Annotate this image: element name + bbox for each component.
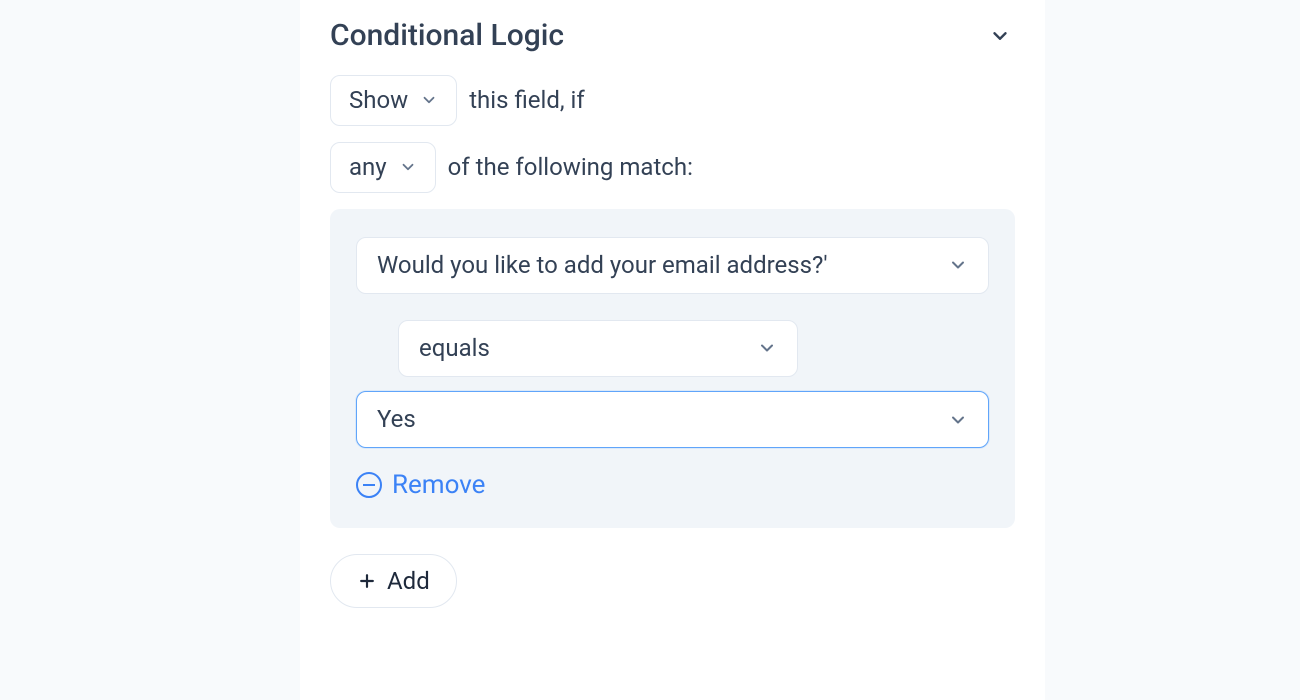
remove-rule-label: Remove	[392, 470, 485, 500]
chevron-down-icon	[948, 255, 968, 275]
action-sentence-text: this field, if	[469, 86, 585, 114]
minus-circle-icon	[356, 472, 382, 498]
match-sentence-row: any of the following match:	[330, 142, 1015, 193]
add-rule-button[interactable]: Add	[330, 554, 457, 608]
chevron-down-icon	[989, 25, 1011, 47]
conditional-logic-panel: Conditional Logic Show this field, if an…	[300, 0, 1045, 700]
rule-field-select[interactable]: Would you like to add your email address…	[356, 237, 989, 294]
section-title: Conditional Logic	[330, 18, 564, 53]
rule-operator-select[interactable]: equals	[398, 320, 798, 377]
add-rule-label: Add	[387, 567, 430, 595]
rule-block: Would you like to add your email address…	[330, 209, 1015, 529]
remove-rule-button[interactable]: Remove	[356, 470, 485, 500]
rule-field-value: Would you like to add your email address…	[377, 250, 828, 281]
section-header[interactable]: Conditional Logic	[330, 18, 1015, 53]
action-select[interactable]: Show	[330, 75, 457, 126]
rule-value-value: Yes	[377, 404, 416, 435]
chevron-down-icon	[420, 91, 438, 109]
rule-operator-value: equals	[419, 333, 490, 364]
chevron-down-icon	[757, 338, 777, 358]
match-sentence-text: of the following match:	[448, 153, 693, 181]
action-select-value: Show	[349, 86, 408, 115]
chevron-down-icon	[399, 158, 417, 176]
plus-icon	[357, 571, 377, 591]
match-select-value: any	[349, 153, 387, 182]
action-sentence-row: Show this field, if	[330, 75, 1015, 126]
match-select[interactable]: any	[330, 142, 436, 193]
rule-value-select[interactable]: Yes	[356, 391, 989, 448]
chevron-down-icon	[948, 410, 968, 430]
